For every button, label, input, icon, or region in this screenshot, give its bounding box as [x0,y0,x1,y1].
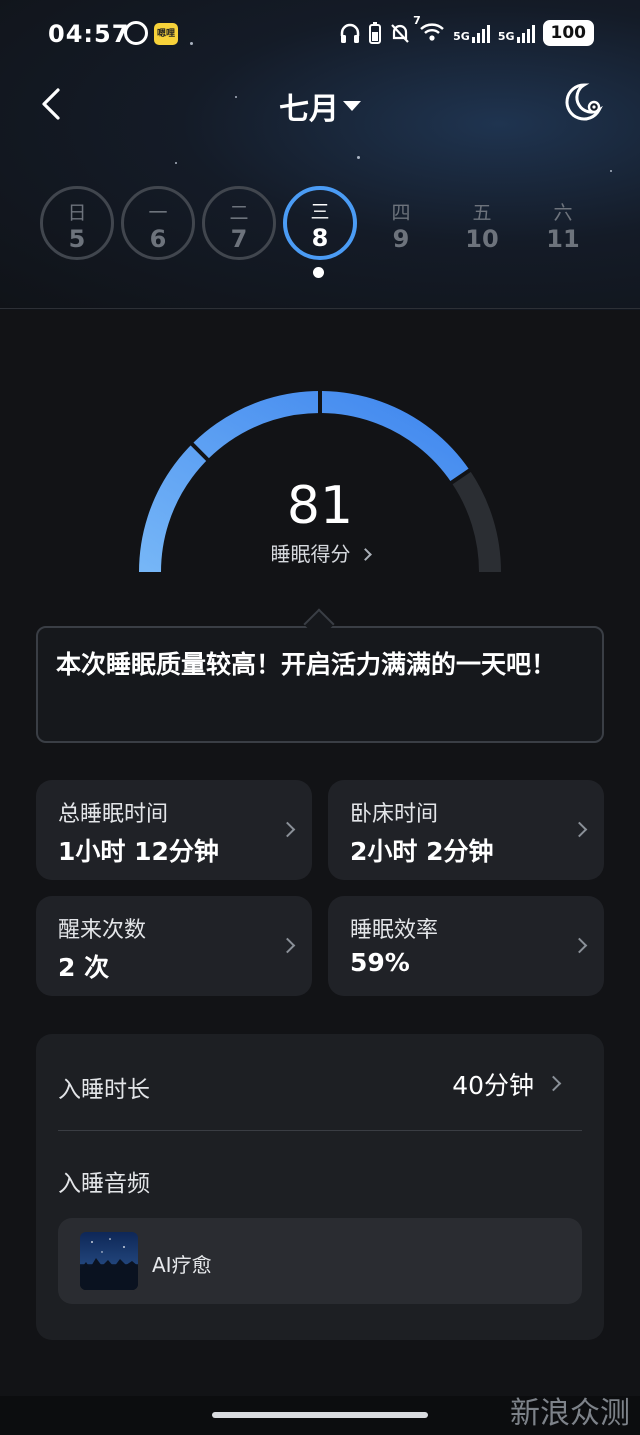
audio-thumbnail [80,1232,138,1290]
signal-bars-icon [516,23,535,43]
wifi-icon: 7 [413,14,445,46]
mute-bell-icon [391,24,409,43]
stat-value: 1小时 12分钟 [58,837,219,866]
chevron-right-icon [358,548,372,561]
sleep-onset-label: 入睡时长 [58,1077,150,1103]
sleep-message-text: 本次睡眠质量较高！开启活力满满的一天吧！ [56,650,557,679]
status-bar: 04:57 嗯哩 7 5G 5G 100 [0,14,640,54]
moon-settings-icon[interactable] [560,80,606,126]
day-8[interactable]: 三8 [283,186,357,260]
day-date: 7 [230,225,248,253]
status-time: 04:57 [48,20,130,48]
home-indicator[interactable] [212,1412,428,1418]
stat-value: 2小时 2分钟 [350,837,494,866]
wifi-label: 7 [413,14,421,27]
dropdown-triangle-icon [343,101,361,111]
month-label: 七月 [279,92,339,127]
day-10[interactable]: 五 10 [445,186,519,260]
day-weekday: 二 [229,202,249,224]
sleep-audio-label: 入睡音频 [58,1171,150,1197]
stat-value: 59% [350,948,410,977]
stat-card-total-sleep[interactable]: 总睡眠时间 1小时 12分钟 [36,780,312,880]
stat-value: 2 次 [58,953,110,982]
signal-bars-icon [471,23,490,43]
stat-card-time-in-bed[interactable]: 卧床时间 2小时 2分钟 [328,780,604,880]
stat-label: 卧床时间 [350,802,439,827]
sleep-score-link[interactable]: 睡眠得分 [0,538,640,567]
chevron-right-icon [545,1075,562,1092]
signal-1: 5G [453,23,490,43]
chevron-right-icon [571,937,588,954]
stat-card-sleep-efficiency[interactable]: 睡眠效率 59% [328,896,604,996]
day-weekday: 三 [310,201,330,223]
day-date: 10 [465,225,499,253]
chevron-right-icon [279,937,296,954]
network-label-2: 5G [497,30,515,43]
stat-label: 总睡眠时间 [58,802,169,827]
chevron-right-icon [571,821,588,838]
day-6[interactable]: 一6 [121,186,195,260]
stat-card-wake-count[interactable]: 醒来次数 2 次 [36,896,312,996]
chevron-right-icon [279,821,296,838]
stat-label: 睡眠效率 [350,918,439,943]
day-date: 6 [149,225,167,253]
day-date: 11 [546,225,580,253]
day-weekday: 日 [67,202,87,224]
battery-indicator: 100 [542,20,594,46]
network-label-1: 5G [453,30,470,43]
month-selector[interactable]: 七月 [0,84,640,128]
day-date: 5 [68,225,86,253]
sleep-details-panel: 入睡时长 40分钟 入睡音频 AI疗愈 [36,1034,604,1340]
day-weekday: 五 [472,202,492,224]
sleep-score-value: 81 [286,476,354,536]
small-battery-icon [369,22,382,44]
day-weekday: 四 [391,202,411,224]
sleep-score-label: 睡眠得分 [270,542,351,566]
header-divider [0,308,640,309]
stat-label: 醒来次数 [58,918,147,943]
day-date: 9 [392,225,410,253]
app-notification-icon: 嗯哩 [154,23,178,45]
day-9[interactable]: 四9 [364,186,438,260]
audio-name: AI疗愈 [152,1253,212,1277]
panel-divider [58,1130,582,1131]
day-5[interactable]: 日5 [40,186,114,260]
day-weekday: 一 [148,202,168,224]
sleep-message-bubble: 本次睡眠质量较高！开启活力满满的一天吧！ [36,626,604,743]
selected-day-dot [313,267,324,278]
sleep-onset-value: 40分钟 [452,1071,534,1100]
watermark: 新浪众测 [510,1396,630,1431]
day-date: 8 [311,224,329,252]
day-7[interactable]: 二7 [202,186,276,260]
status-icons: 7 5G 5G 100 [339,14,594,46]
alarm-icon [124,21,148,45]
signal-2: 5G [498,23,535,43]
sleep-audio-item[interactable]: AI疗愈 [58,1218,582,1304]
day-11[interactable]: 六 11 [526,186,600,260]
day-weekday: 六 [553,202,573,224]
headphones-icon [340,23,360,43]
